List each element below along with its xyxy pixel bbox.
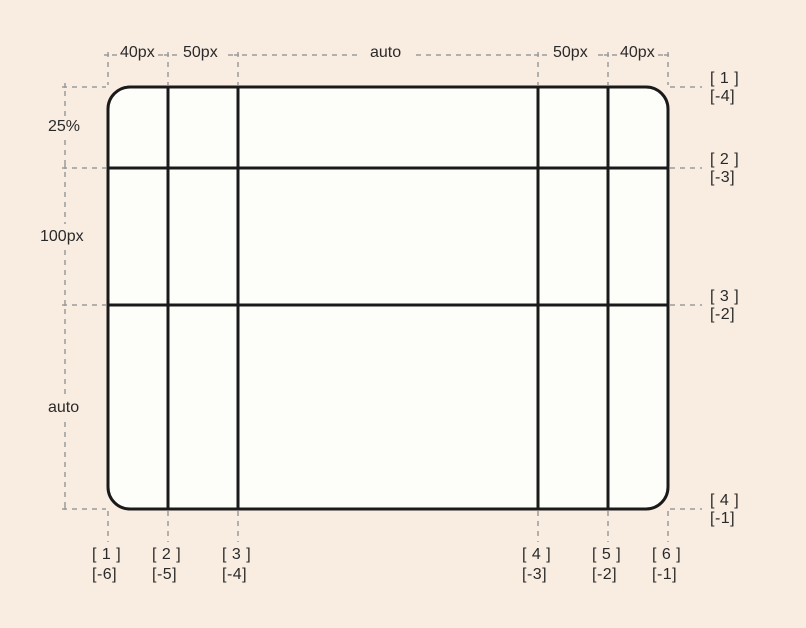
row-size-3: auto [48, 399, 79, 417]
row-idx-1-neg: [-4] [710, 88, 735, 106]
col-idx-1-pos: [ 1 ] [92, 546, 121, 564]
col-idx-4-pos: [ 4 ] [522, 546, 551, 564]
col-idx-5-neg: [-2] [592, 566, 617, 584]
grid-outline [108, 87, 668, 509]
col-idx-6-neg: [-1] [652, 566, 677, 584]
col-idx-3-pos: [ 3 ] [222, 546, 251, 564]
row-size-1: 25% [48, 118, 80, 136]
col-idx-4-neg: [-3] [522, 566, 547, 584]
row-idx-3-neg: [-2] [710, 306, 735, 324]
left-guide-lines [62, 83, 106, 513]
row-idx-1-pos: [ 1 ] [710, 70, 739, 88]
row-idx-4-neg: [-1] [710, 510, 735, 528]
col-size-2: 50px [183, 44, 218, 62]
col-idx-2-pos: [ 2 ] [152, 546, 181, 564]
row-size-2: 100px [40, 228, 84, 246]
row-idx-4-pos: [ 4 ] [710, 492, 739, 510]
col-size-1: 40px [120, 44, 155, 62]
col-idx-3-neg: [-4] [222, 566, 247, 584]
col-idx-1-neg: [-6] [92, 566, 117, 584]
col-idx-2-neg: [-5] [152, 566, 177, 584]
col-size-3: auto [370, 44, 401, 62]
row-idx-3-pos: [ 3 ] [710, 288, 739, 306]
row-idx-2-neg: [-3] [710, 169, 735, 187]
row-idx-2-pos: [ 2 ] [710, 151, 739, 169]
grid-diagram: 40px 50px auto 50px 40px 25% 100px auto … [0, 0, 806, 628]
col-idx-5-pos: [ 5 ] [592, 546, 621, 564]
bottom-guide-lines [108, 511, 668, 542]
right-guide-lines [670, 87, 702, 509]
col-size-5: 40px [620, 44, 655, 62]
col-idx-6-pos: [ 6 ] [652, 546, 681, 564]
diagram-svg [0, 0, 806, 628]
col-size-4: 50px [553, 44, 588, 62]
